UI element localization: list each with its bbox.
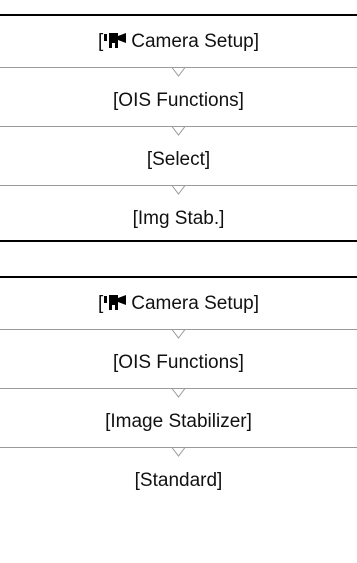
separator <box>0 122 357 136</box>
open-bracket: [ <box>97 293 104 314</box>
step-ois-functions: [OIS Functions] <box>113 90 244 111</box>
step-camera-setup: [ Camera Setup] <box>0 30 357 54</box>
bottom-rule <box>0 240 357 242</box>
step-img-stab: [Img Stab.] <box>132 208 225 229</box>
separator <box>0 443 357 457</box>
step-image-stabilizer: [Image Stabilizer] <box>105 411 252 432</box>
top-rule <box>0 14 357 16</box>
camera-icon <box>104 33 127 49</box>
separator <box>0 63 357 77</box>
step-label: Camera Setup] <box>131 31 260 52</box>
step-label: Camera Setup] <box>131 293 260 314</box>
step-standard: [Standard] <box>134 470 223 491</box>
camera-icon <box>104 295 127 311</box>
open-bracket: [ <box>97 31 104 52</box>
separator <box>0 384 357 398</box>
step-camera-setup: [ Camera Setup] <box>0 292 357 316</box>
step-ois-functions: [OIS Functions] <box>113 352 244 373</box>
separator <box>0 325 357 339</box>
step-select: [Select] <box>146 149 211 170</box>
separator <box>0 181 357 195</box>
top-rule <box>0 276 357 278</box>
